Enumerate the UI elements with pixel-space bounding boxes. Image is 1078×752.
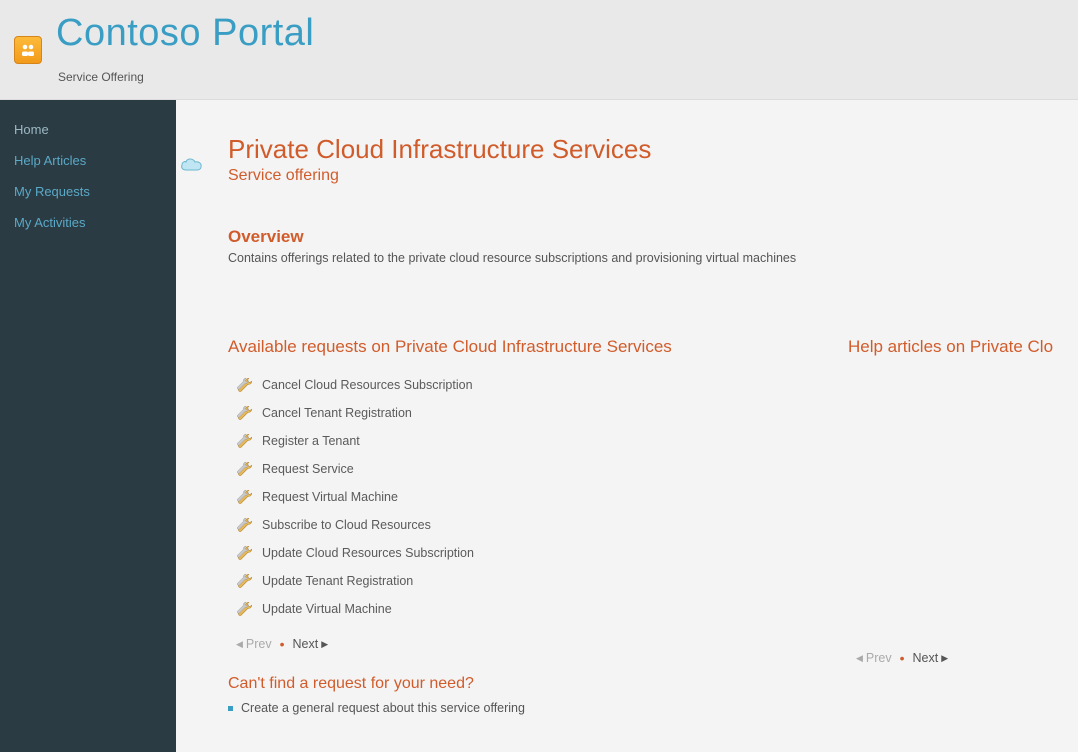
body: Home Help Articles My Requests My Activi…	[0, 100, 1078, 752]
request-item[interactable]: Subscribe to Cloud Resources	[236, 511, 788, 539]
request-item[interactable]: Register a Tenant	[236, 427, 788, 455]
create-general-request-link[interactable]: Create a general request about this serv…	[228, 701, 788, 715]
pager-dot-icon: •	[900, 653, 905, 663]
next-icon: ▶	[941, 653, 948, 664]
wrench-icon	[236, 572, 254, 590]
wrench-icon	[236, 460, 254, 478]
not-found-section: Can't find a request for your need? Crea…	[228, 675, 788, 715]
request-item-label: Cancel Cloud Resources Subscription	[262, 378, 473, 392]
help-articles-column: Help articles on Private Clo ◀Prev • Nex…	[848, 337, 1078, 715]
pager-dot-icon: •	[280, 639, 285, 649]
request-list: Cancel Cloud Resources Subscription Canc…	[228, 371, 788, 623]
available-requests-heading: Available requests on Private Cloud Infr…	[228, 337, 788, 357]
sidebar-item-my-requests[interactable]: My Requests	[0, 176, 176, 207]
header-subtitle: Service Offering	[58, 70, 144, 84]
wrench-icon	[236, 544, 254, 562]
help-articles-heading: Help articles on Private Clo	[848, 337, 1078, 357]
bullet-icon	[228, 706, 233, 711]
portal-title[interactable]: Contoso Portal	[56, 12, 314, 55]
request-item-label: Subscribe to Cloud Resources	[262, 518, 431, 532]
portal-logo-icon	[14, 36, 42, 64]
wrench-icon	[236, 488, 254, 506]
request-item-label: Request Virtual Machine	[262, 490, 398, 504]
help-next-button[interactable]: Next▶	[913, 651, 949, 665]
wrench-icon	[236, 404, 254, 422]
prev-icon: ◀	[856, 653, 863, 664]
request-item[interactable]: Update Virtual Machine	[236, 595, 788, 623]
request-item-label: Update Cloud Resources Subscription	[262, 546, 474, 560]
wrench-icon	[236, 432, 254, 450]
requests-pager: ◀Prev • Next▶	[228, 637, 788, 651]
overview-heading: Overview	[228, 227, 1078, 247]
header: Contoso Portal Service Offering	[0, 0, 1078, 100]
cloud-icon	[180, 156, 204, 172]
next-icon: ▶	[321, 639, 328, 650]
request-item[interactable]: Request Service	[236, 455, 788, 483]
overview-text: Contains offerings related to the privat…	[228, 251, 1078, 265]
available-requests-column: Available requests on Private Cloud Infr…	[228, 337, 788, 715]
request-item-label: Cancel Tenant Registration	[262, 406, 412, 420]
sidebar-item-help-articles[interactable]: Help Articles	[0, 145, 176, 176]
not-found-heading: Can't find a request for your need?	[228, 675, 788, 693]
sidebar: Home Help Articles My Requests My Activi…	[0, 100, 176, 752]
wrench-icon	[236, 516, 254, 534]
request-item[interactable]: Cancel Tenant Registration	[236, 399, 788, 427]
request-item-label: Update Tenant Registration	[262, 574, 413, 588]
page-subtitle: Service offering	[228, 167, 1078, 185]
prev-icon: ◀	[236, 639, 243, 650]
request-item-label: Request Service	[262, 462, 354, 476]
requests-prev-button[interactable]: ◀Prev	[236, 637, 272, 651]
wrench-icon	[236, 376, 254, 394]
request-item-label: Register a Tenant	[262, 434, 360, 448]
request-item[interactable]: Update Cloud Resources Subscription	[236, 539, 788, 567]
requests-next-button[interactable]: Next▶	[293, 637, 329, 651]
wrench-icon	[236, 600, 254, 618]
sidebar-item-home[interactable]: Home	[0, 114, 176, 145]
create-general-request-label: Create a general request about this serv…	[241, 701, 525, 715]
request-item-label: Update Virtual Machine	[262, 602, 392, 616]
help-pager: ◀Prev • Next▶	[848, 651, 1078, 665]
help-prev-button[interactable]: ◀Prev	[856, 651, 892, 665]
request-item[interactable]: Update Tenant Registration	[236, 567, 788, 595]
request-item[interactable]: Cancel Cloud Resources Subscription	[236, 371, 788, 399]
sidebar-item-my-activities[interactable]: My Activities	[0, 207, 176, 238]
page-title: Private Cloud Infrastructure Services	[228, 134, 1078, 165]
main-content: Private Cloud Infrastructure Services Se…	[176, 100, 1078, 752]
request-item[interactable]: Request Virtual Machine	[236, 483, 788, 511]
